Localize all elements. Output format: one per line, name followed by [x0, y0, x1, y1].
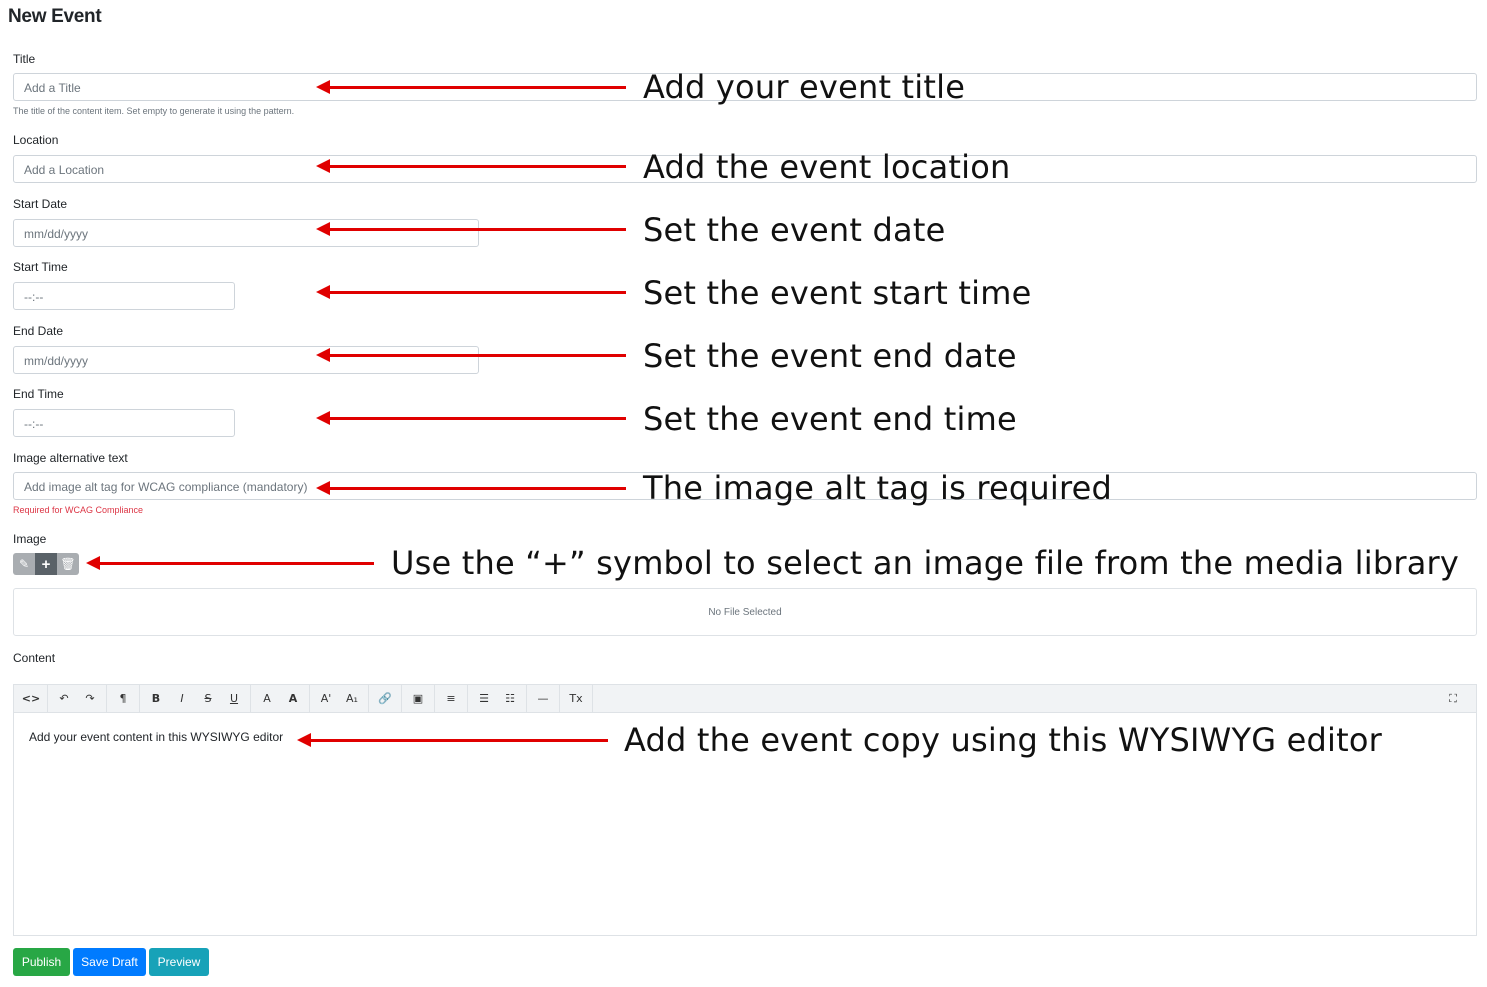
subscript-icon[interactable]: A₁	[339, 688, 365, 710]
start-time-label: Start Time	[13, 260, 68, 274]
end-date-label: End Date	[13, 324, 64, 338]
end-date-arrow	[316, 348, 626, 362]
editor-toolbar: <> ↶ ↷ ¶ B I S U A A A' A₁ 🔗 ▣ ≡ ☰ ☷ — T…	[14, 684, 1476, 713]
clear-format-icon[interactable]: Tx	[563, 688, 589, 710]
link-icon[interactable]: 🔗	[372, 688, 398, 710]
title-arrow	[316, 80, 626, 94]
bullet-list-icon[interactable]: ☰	[471, 688, 497, 710]
content-annotation: Add the event copy using this WYSIWYG ed…	[624, 721, 1382, 759]
underline-icon[interactable]: U	[221, 688, 247, 710]
highlight-icon[interactable]: A	[280, 688, 306, 710]
location-arrow	[316, 159, 626, 173]
end-time-annotation: Set the event end time	[643, 400, 1017, 438]
add-media-button[interactable]: +	[35, 553, 57, 575]
image-annotation: Use the “+” symbol to select an image fi…	[391, 544, 1459, 582]
title-help-text: The title of the content item. Set empty…	[13, 106, 295, 116]
paragraph-format-icon[interactable]: ¶	[110, 688, 136, 710]
start-time-input[interactable]: --:--	[13, 282, 235, 310]
location-label: Location	[13, 133, 59, 147]
title-annotation: Add your event title	[643, 68, 966, 106]
start-time-arrow	[316, 285, 626, 299]
image-alt-arrow	[316, 481, 626, 495]
delete-media-button[interactable]: 🗑	[57, 553, 79, 575]
start-date-arrow	[316, 222, 626, 236]
redo-icon[interactable]: ↷	[77, 688, 103, 710]
align-icon[interactable]: ≡	[438, 688, 464, 710]
location-annotation: Add the event location	[643, 148, 1011, 186]
no-file-text: No File Selected	[708, 606, 782, 618]
image-arrow	[86, 556, 374, 570]
strikethrough-icon[interactable]: S	[195, 688, 221, 710]
start-time-annotation: Set the event start time	[643, 274, 1032, 312]
image-alt-annotation: The image alt tag is required	[643, 469, 1113, 507]
end-date-annotation: Set the event end date	[643, 337, 1017, 375]
bold-icon[interactable]: B	[143, 688, 169, 710]
page-title: New Event	[8, 6, 102, 27]
undo-icon[interactable]: ↶	[51, 688, 77, 710]
content-arrow	[297, 733, 608, 747]
end-time-label: End Time	[13, 387, 64, 401]
image-alt-required-text: Required for WCAG Compliance	[13, 505, 144, 515]
start-date-annotation: Set the event date	[643, 211, 946, 249]
save-draft-button[interactable]: Save Draft	[73, 948, 146, 976]
end-time-input[interactable]: --:--	[13, 409, 235, 437]
code-view-icon[interactable]: <>	[18, 688, 44, 710]
image-alt-label: Image alternative text	[13, 451, 128, 465]
numbered-list-icon[interactable]: ☷	[497, 688, 523, 710]
horizontal-rule-icon[interactable]: —	[530, 688, 556, 710]
image-label: Image	[13, 532, 47, 546]
edit-media-button[interactable]: ✎	[13, 553, 35, 575]
start-date-input[interactable]: mm/dd/yyyy	[13, 219, 479, 247]
end-date-input[interactable]: mm/dd/yyyy	[13, 346, 479, 374]
publish-button[interactable]: Publish	[13, 948, 70, 976]
italic-icon[interactable]: I	[169, 688, 195, 710]
font-color-icon[interactable]: A	[254, 688, 280, 710]
start-date-label: Start Date	[13, 197, 68, 211]
superscript-icon[interactable]: A'	[313, 688, 339, 710]
media-preview-box: No File Selected	[13, 588, 1477, 636]
end-time-arrow	[316, 411, 626, 425]
fullscreen-icon[interactable]: ⛶	[1440, 688, 1466, 710]
insert-image-icon[interactable]: ▣	[405, 688, 431, 710]
preview-button[interactable]: Preview	[149, 948, 209, 976]
media-button-group: ✎ + 🗑	[13, 553, 79, 575]
content-label: Content	[13, 651, 56, 665]
title-label: Title	[13, 52, 36, 66]
